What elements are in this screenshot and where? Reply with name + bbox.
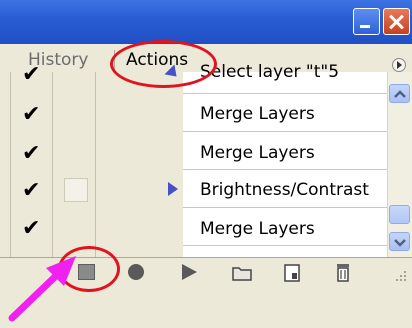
delete-icon[interactable]: [335, 262, 351, 286]
palette-menu-button[interactable]: [392, 58, 406, 72]
action-label: Merge Layers: [200, 219, 315, 239]
scroll-up-button[interactable]: [389, 84, 410, 103]
record-icon[interactable]: [128, 264, 144, 280]
action-label: Brightness/Contrast: [200, 180, 369, 200]
toggle-checkmark[interactable]: ✔: [22, 62, 40, 87]
column-divider: [52, 72, 53, 257]
new-set-icon[interactable]: [232, 265, 252, 285]
action-label: Select layer "t"5: [200, 62, 340, 82]
toggle-checkmark[interactable]: ✔: [22, 141, 40, 166]
chevron-down-icon: [394, 239, 406, 247]
annotation-circle-actions-tab: [110, 40, 217, 88]
column-divider: [95, 72, 96, 257]
expand-arrow-icon[interactable]: [168, 182, 178, 196]
chevron-up-icon: [394, 90, 406, 98]
action-row[interactable]: [183, 246, 387, 257]
action-label: Merge Layers: [200, 143, 315, 163]
toggle-checkmark[interactable]: ✔: [22, 216, 40, 241]
action-label: Merge Layers: [200, 104, 315, 124]
toggle-checkmark[interactable]: ✔: [22, 102, 40, 127]
column-divider: [10, 72, 11, 257]
minimize-icon: [360, 25, 370, 28]
resize-grip[interactable]: [394, 268, 408, 282]
toggle-checkmark[interactable]: ✔: [22, 178, 40, 203]
actions-list: Select layer "t"5 ✔ ✔ Merge Layers ✔ Mer…: [0, 62, 387, 257]
scroll-down-button[interactable]: [389, 232, 410, 251]
play-icon[interactable]: [182, 264, 197, 280]
palette-title-bar: [0, 0, 412, 44]
close-button[interactable]: [383, 8, 410, 35]
annotation-arrow: [8, 256, 76, 322]
new-action-icon[interactable]: [284, 264, 300, 286]
minimize-button[interactable]: [353, 8, 380, 35]
dialog-toggle[interactable]: [64, 178, 88, 202]
scroll-thumb[interactable]: [389, 205, 410, 224]
